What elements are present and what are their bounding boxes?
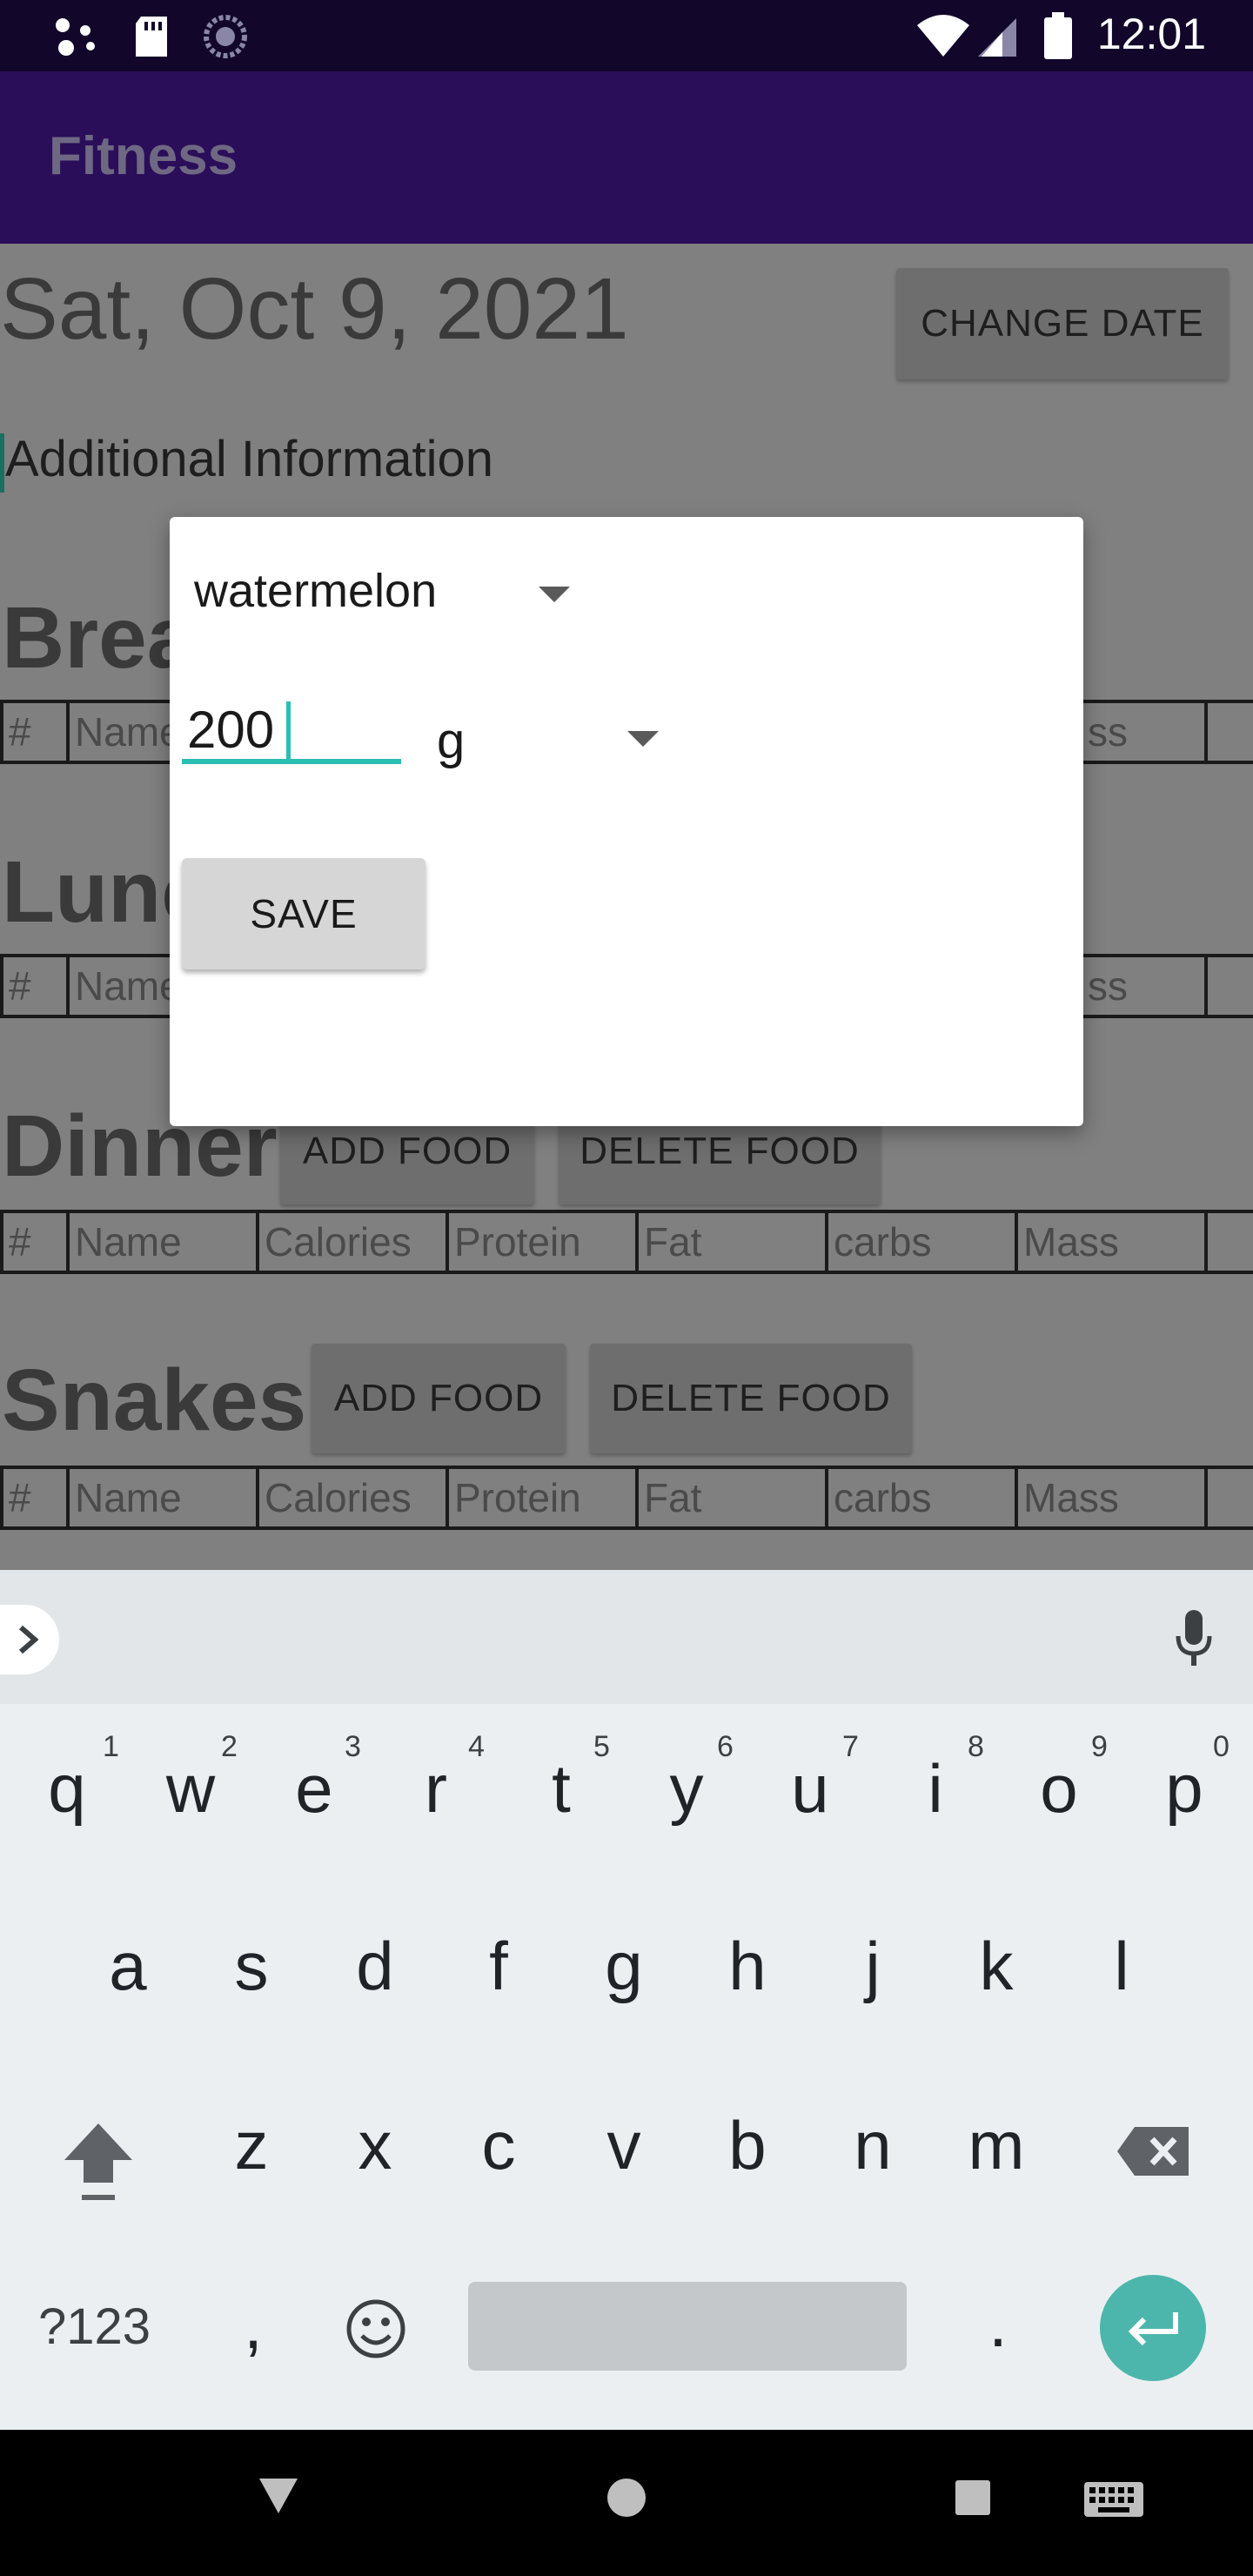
table-cell-name: Name	[70, 1213, 259, 1271]
key-comma[interactable]: ,	[205, 2285, 301, 2365]
shift-icon[interactable]	[61, 2120, 136, 2205]
app-title: Fitness	[49, 126, 238, 186]
table-cell-hash: #	[3, 1469, 70, 1526]
section-title-snakes: Snakes	[2, 1352, 307, 1449]
sd-card-icon	[132, 12, 171, 61]
table-cell-calories: Calories	[259, 1213, 449, 1271]
emoji-icon[interactable]	[345, 2298, 407, 2360]
table-cell-mass: Mass	[1018, 1469, 1208, 1526]
key-z[interactable]: z	[204, 2106, 299, 2185]
unit-spinner[interactable]: g	[437, 712, 465, 770]
key-f[interactable]: f	[451, 1927, 546, 2006]
key-hint-0: 0	[1213, 1730, 1230, 1763]
key-b[interactable]: b	[700, 2106, 795, 2185]
back-icon[interactable]	[258, 2477, 299, 2515]
table-cell-protein: Protein	[449, 1469, 639, 1526]
snakes-delete-food-button[interactable]: DELETE FOOD	[590, 1344, 912, 1453]
save-button[interactable]: SAVE	[182, 858, 425, 969]
key-k[interactable]: k	[948, 1927, 1044, 2006]
date-label: Sat, Oct 9, 2021	[0, 260, 629, 358]
key-m[interactable]: m	[948, 2106, 1044, 2185]
backspace-icon[interactable]	[1116, 2125, 1190, 2177]
enter-arrow-icon	[1128, 2312, 1178, 2346]
key-hint-7: 7	[842, 1730, 859, 1763]
status-bar: 12:01	[0, 0, 1253, 71]
unit-dropdown-arrow-icon[interactable]	[627, 731, 659, 747]
key-g[interactable]: g	[576, 1927, 672, 2006]
key-a[interactable]: a	[80, 1927, 176, 2006]
assistant-dots-icon	[50, 12, 103, 61]
key-s[interactable]: s	[204, 1927, 299, 2006]
table-cell-hash: #	[3, 703, 70, 761]
key-l[interactable]: l	[1074, 1927, 1169, 2006]
amount-input-value: 200	[187, 701, 275, 759]
section-title-breakfast: Brea	[2, 589, 196, 687]
key-hint-1: 1	[103, 1730, 119, 1763]
table-cell-hash: #	[3, 957, 70, 1015]
key-period[interactable]: .	[950, 2284, 1046, 2363]
table-cell-name: Name	[70, 1469, 259, 1526]
additional-information-field[interactable]: Additional Information	[5, 430, 493, 488]
key-hint-5: 5	[593, 1730, 610, 1763]
cell-signal-icon	[976, 12, 1018, 61]
key-hint-6: 6	[717, 1730, 734, 1763]
change-date-button[interactable]: CHANGE DATE	[896, 268, 1229, 379]
table-cell-fat: Fat	[639, 1213, 828, 1271]
key-hint-3: 3	[345, 1730, 361, 1763]
key-q[interactable]: q	[19, 1749, 115, 1828]
table-cell-carbs: carbs	[828, 1213, 1018, 1271]
space-bar[interactable]	[468, 2282, 907, 2371]
key-h[interactable]: h	[700, 1927, 795, 2006]
table-cell-carbs: carbs	[828, 1469, 1018, 1526]
chevron-right-icon	[19, 1625, 39, 1654]
recents-icon[interactable]	[954, 2479, 992, 2517]
symbols-key[interactable]: ?123	[38, 2298, 151, 2356]
table-cell-mass: Mass	[1018, 1213, 1208, 1271]
key-hint-9: 9	[1091, 1730, 1108, 1763]
status-time: 12:01	[1096, 10, 1206, 58]
amount-input[interactable]: 200	[182, 691, 401, 764]
food-spinner[interactable]: watermelon	[194, 564, 437, 618]
key-hint-2: 2	[221, 1730, 238, 1763]
enter-key[interactable]	[1100, 2275, 1206, 2381]
snakes-add-food-button[interactable]: ADD FOOD	[312, 1344, 566, 1453]
add-food-dialog: watermelon 200 g SAVE	[170, 517, 1083, 1126]
table-cell-calories: Calories	[259, 1469, 449, 1526]
home-icon[interactable]	[606, 2477, 647, 2519]
table-cell-protein: Protein	[449, 1213, 639, 1271]
battery-icon	[1042, 12, 1074, 61]
suggestion-strip	[0, 1570, 1253, 1704]
table-row-snakes: # Name Calories Protein Fat carbs Mass	[0, 1466, 1253, 1530]
wifi-icon	[915, 12, 971, 61]
table-cell-hash: #	[3, 1213, 70, 1271]
key-d[interactable]: d	[327, 1927, 423, 2006]
sync-circle-icon	[202, 12, 249, 61]
key-v[interactable]: v	[576, 2106, 672, 2185]
info-focus-indicator	[0, 433, 4, 493]
navigation-bar	[0, 2430, 1253, 2576]
microphone-icon[interactable]	[1175, 1610, 1213, 1667]
text-cursor	[286, 701, 291, 759]
key-hint-4: 4	[468, 1730, 485, 1763]
key-n[interactable]: n	[825, 2106, 921, 2185]
key-c[interactable]: c	[451, 2106, 546, 2185]
key-x[interactable]: x	[327, 2106, 423, 2185]
keyboard-switch-icon[interactable]	[1082, 2480, 1145, 2522]
table-row-dinner: # Name Calories Protein Fat carbs Mass	[0, 1210, 1253, 1274]
food-dropdown-arrow-icon[interactable]	[539, 587, 570, 602]
key-j[interactable]: j	[825, 1927, 921, 2006]
key-hint-8: 8	[968, 1730, 984, 1763]
table-cell-fat: Fat	[639, 1469, 828, 1526]
